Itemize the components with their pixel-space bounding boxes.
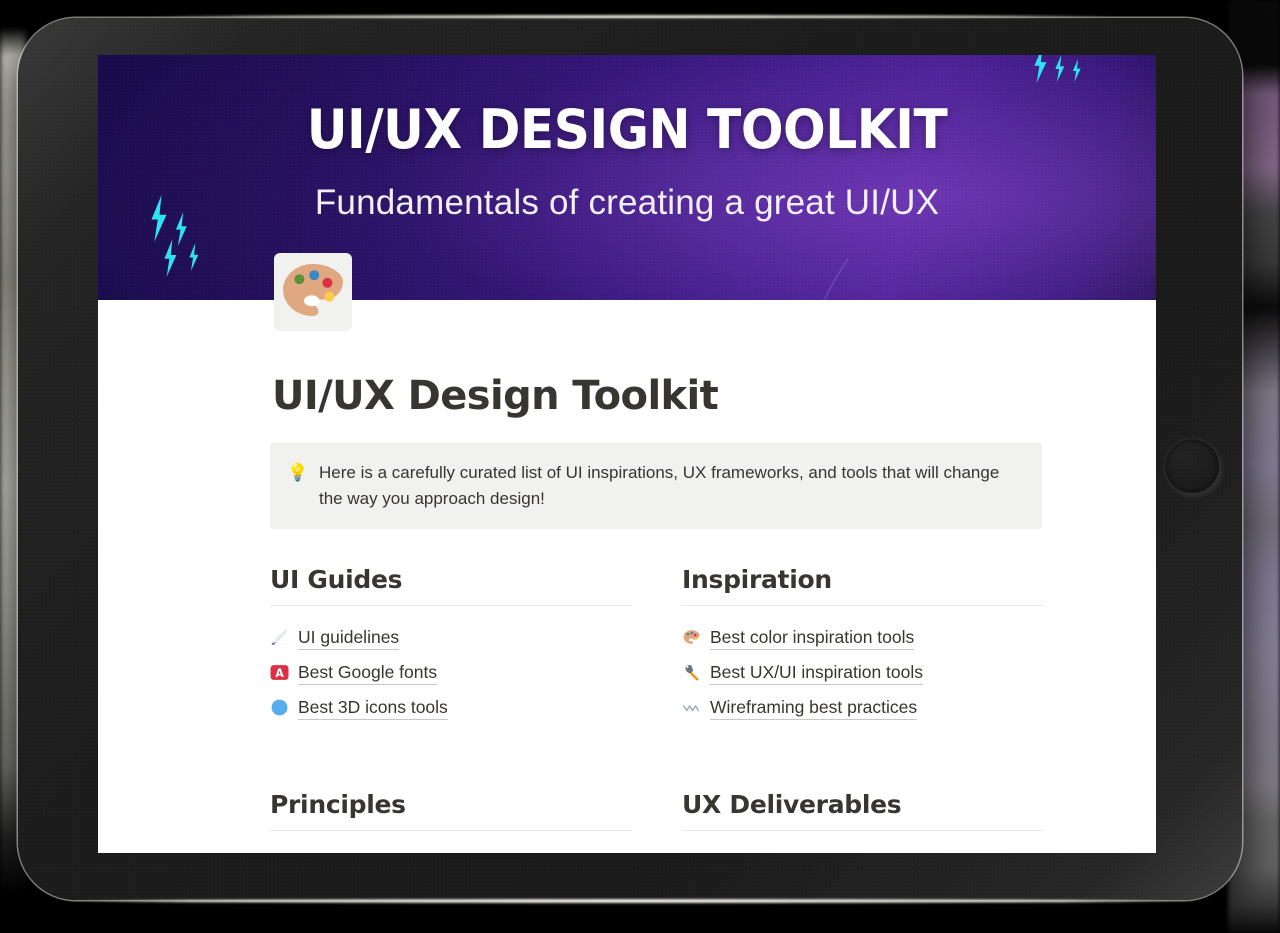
list-item-label[interactable]: Best 3D icons tools xyxy=(298,695,448,720)
tablet-screen: UI/UX DESIGN TOOLKIT Fundamentals of cre… xyxy=(98,55,1156,853)
lightning-bolt-icon xyxy=(164,239,177,277)
column-heading: UX Deliverables xyxy=(682,790,902,819)
svg-text:A: A xyxy=(275,667,284,680)
link-columns: UI Guides UI guidelines A Best Google fo… xyxy=(270,565,1060,725)
tablet-bottom-rim xyxy=(58,899,1202,903)
paintbrush-icon xyxy=(270,628,289,647)
banner-title: UI/UX DESIGN TOOLKIT xyxy=(306,98,948,161)
column-ux-deliverables: UX Deliverables xyxy=(682,790,1044,845)
link-columns-lower: Principles UX Deliverables xyxy=(270,790,1060,845)
scene: UI/UX DESIGN TOOLKIT Fundamentals of cre… xyxy=(0,0,1280,933)
list-item-label[interactable]: Best color inspiration tools xyxy=(710,625,915,650)
list-item-label[interactable]: Wireframing best practices xyxy=(710,695,918,720)
lightning-bolt-icon xyxy=(189,243,199,271)
list-item[interactable]: Best 3D icons tools xyxy=(270,690,632,725)
hammer-icon xyxy=(682,663,701,682)
lightning-bolt-icon xyxy=(1055,55,1065,82)
page-cover-banner: UI/UX DESIGN TOOLKIT Fundamentals of cre… xyxy=(98,55,1156,300)
callout-text: Here is a carefully curated list of UI i… xyxy=(319,463,1000,508)
artist-palette-icon xyxy=(682,628,701,647)
red-a-button-icon: A xyxy=(270,663,289,682)
list-item[interactable]: Best UX/UI inspiration tools xyxy=(682,655,1044,690)
light-bulb-icon: 💡 xyxy=(287,463,309,482)
lightning-bolt-icon xyxy=(1072,59,1081,82)
column-heading: UI Guides xyxy=(270,565,403,594)
list-item[interactable]: A Best Google fonts xyxy=(270,655,632,690)
banner-arc-decoration-left xyxy=(98,55,629,300)
page-icon-artist-palette[interactable] xyxy=(274,253,352,331)
list-item-label[interactable]: Best UX/UI inspiration tools xyxy=(710,660,924,685)
home-button[interactable] xyxy=(1164,438,1220,494)
column-inspiration: Inspiration Best color inspiration tools… xyxy=(682,565,1044,725)
tablet-device: UI/UX DESIGN TOOLKIT Fundamentals of cre… xyxy=(18,15,1242,903)
page-body: UI/UX Design Toolkit 💡 Here is a careful… xyxy=(98,300,1156,853)
list-item[interactable]: UI guidelines xyxy=(270,620,632,655)
banner-subtitle: Fundamentals of creating a great UI/UX xyxy=(314,183,940,222)
column-heading: Principles xyxy=(270,790,406,819)
page-title: UI/UX Design Toolkit xyxy=(272,373,719,419)
wavy-dash-icon xyxy=(682,698,701,717)
list-item[interactable]: Best color inspiration tools xyxy=(682,620,1044,655)
column-principles: Principles xyxy=(270,790,632,845)
column-ui-guides: UI Guides UI guidelines A Best Google fo… xyxy=(270,565,632,725)
blue-circle-icon xyxy=(270,698,289,717)
heading-divider xyxy=(270,830,632,831)
column-heading: Inspiration xyxy=(682,565,832,594)
artist-palette-icon xyxy=(283,264,343,316)
heading-divider xyxy=(682,830,1044,831)
list-item-label[interactable]: Best Google fonts xyxy=(298,660,438,685)
heading-divider xyxy=(270,605,632,606)
lightning-bolt-icon xyxy=(1034,55,1047,83)
list-item[interactable]: Wireframing best practices xyxy=(682,690,1044,725)
list-item-label[interactable]: UI guidelines xyxy=(298,625,400,650)
tablet-top-rim xyxy=(138,15,1128,18)
callout-block: 💡 Here is a carefully curated list of UI… xyxy=(270,443,1042,529)
heading-divider xyxy=(682,605,1044,606)
